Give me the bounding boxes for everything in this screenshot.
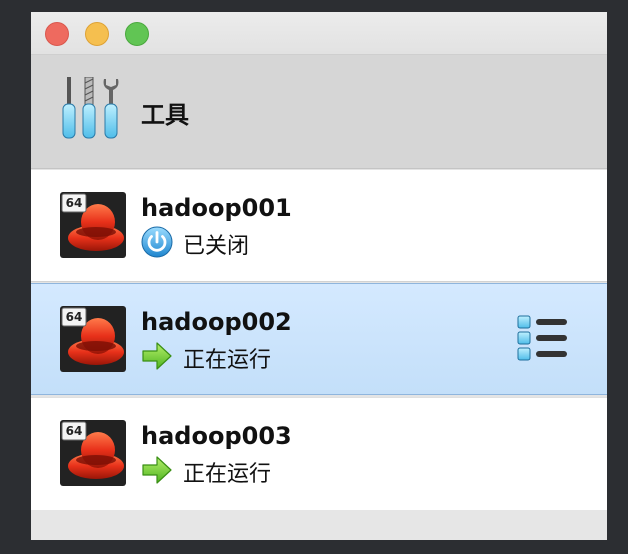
running-arrow-icon: [142, 456, 172, 484]
tools-label: 工具: [141, 101, 189, 129]
vm-list-item-selected[interactable]: 64 hadoop002 正在运行: [31, 283, 607, 395]
vm-name: hadoop003: [141, 422, 292, 450]
power-icon: [141, 226, 173, 258]
tools-icon: [62, 77, 119, 139]
vm-name: hadoop001: [141, 194, 292, 222]
vm-list-item[interactable]: 64 hadoop003 正在运行: [31, 397, 607, 510]
os-badge: 64: [66, 310, 83, 324]
vm-name: hadoop002: [141, 308, 292, 336]
vm-state-label: 正在运行: [183, 462, 272, 487]
running-arrow-icon: [142, 342, 172, 370]
minimize-window-button[interactable]: [85, 22, 109, 46]
vm-state-label: 已关闭: [183, 234, 250, 259]
close-window-button[interactable]: [45, 22, 69, 46]
vm-list-item[interactable]: 64 hadoop001 已关闭: [31, 170, 607, 282]
zoom-window-button[interactable]: [125, 22, 149, 46]
redhat-64-os-icon: 64: [60, 306, 126, 372]
vm-manager-window: 工具 64 hadoop001 已关闭 64 hadoop002 正在运行 64…: [31, 12, 607, 540]
list-empty-area: [31, 510, 607, 540]
redhat-64-os-icon: 64: [60, 192, 126, 258]
vm-state-label: 正在运行: [183, 348, 272, 373]
os-badge: 64: [66, 196, 83, 210]
tools-item[interactable]: 工具: [31, 55, 607, 169]
title-bar: [31, 12, 607, 55]
os-badge: 64: [66, 424, 83, 438]
redhat-64-os-icon: 64: [60, 420, 126, 486]
vm-details-menu-icon[interactable]: [517, 314, 569, 364]
